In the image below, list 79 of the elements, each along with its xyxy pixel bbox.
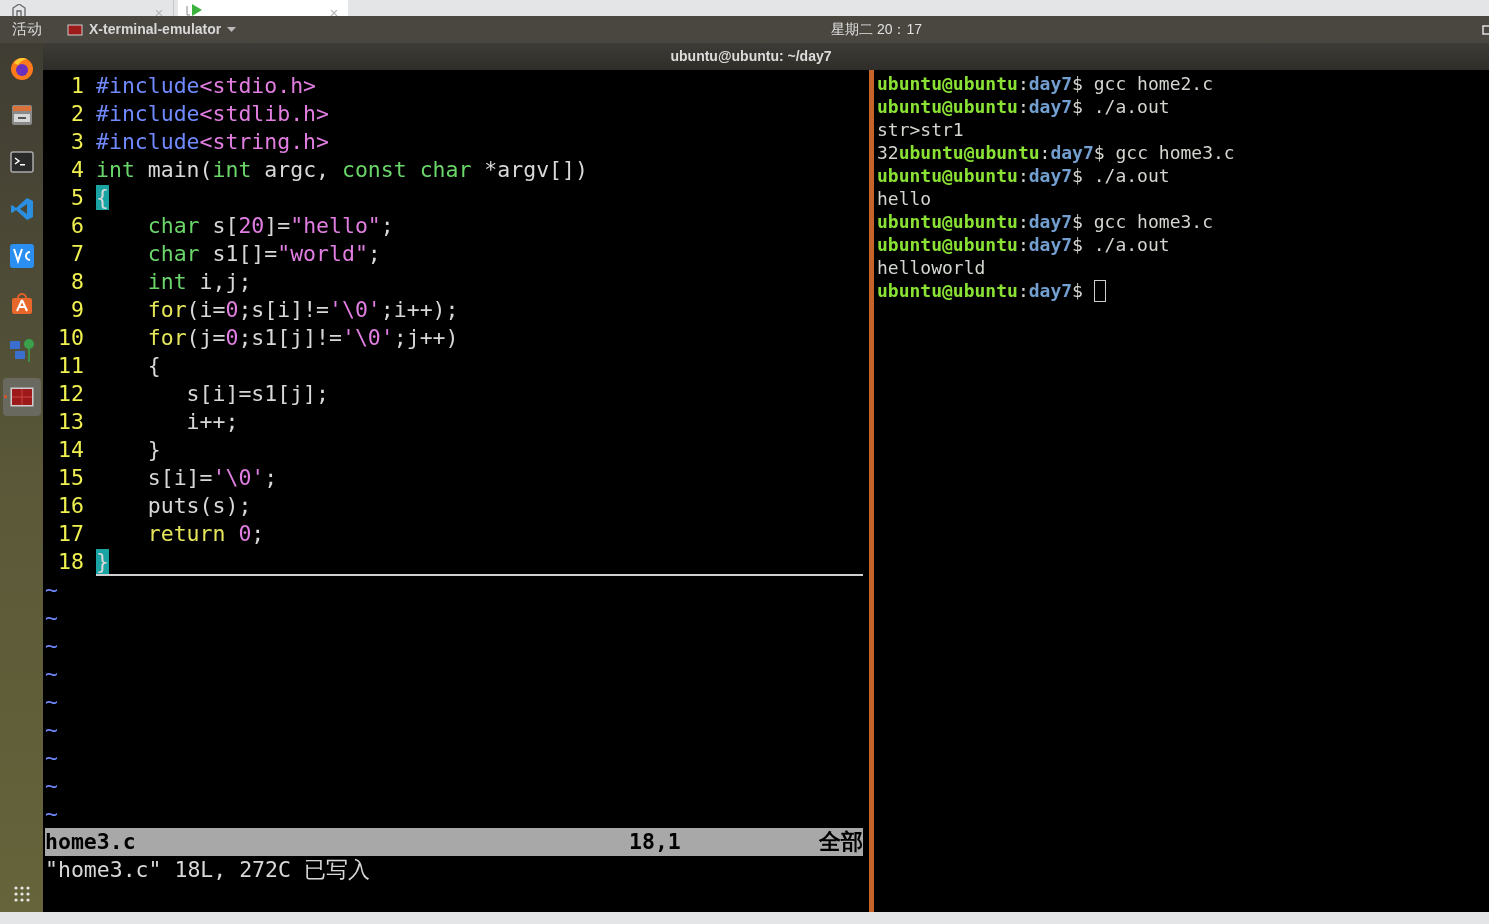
code-line: int i,j; — [146, 268, 253, 296]
line-number: 1 — [70, 72, 84, 100]
code-line: char s1[]="world"; — [146, 240, 382, 268]
terminal-window-icon — [67, 23, 83, 36]
app-grid-icon[interactable] — [13, 886, 30, 902]
play-icon — [186, 4, 204, 16]
clock[interactable]: 星期二 20：17 — [831, 19, 923, 40]
terminal-window-icon — [9, 387, 34, 407]
terminal-line: 32ubuntu@ubuntu:day7$ gcc home3.c — [877, 141, 1236, 164]
app-menu[interactable]: X-terminal-emulator — [67, 19, 237, 40]
line-number: 9 — [70, 296, 84, 324]
terminal-line: str>str1 — [877, 118, 965, 141]
empty-line-marker: ~ — [45, 772, 58, 800]
empty-line-marker: ~ — [45, 688, 58, 716]
app-menu-label: X-terminal-emulator — [89, 20, 222, 39]
running-indicator — [3, 395, 7, 398]
fox-globe-icon — [8, 55, 35, 81]
empty-line-marker: ~ — [45, 744, 58, 772]
cursor-position: 18,1 — [629, 828, 682, 856]
message-line: "home3.c" 18L, 272C 已写入 — [45, 856, 371, 884]
terminal-line: ubuntu@ubuntu:day7$ gcc home3.c — [877, 210, 1214, 233]
code-line: puts(s); — [146, 492, 253, 520]
file-cabinet-icon — [9, 103, 34, 127]
code-line: for(i=0;s[i]!='\0';i++); — [146, 296, 460, 324]
code-line: } — [96, 548, 863, 576]
empty-line-marker: ~ — [45, 716, 58, 744]
line-number: 14 — [57, 436, 84, 464]
scroll-position: 全部 — [819, 828, 863, 856]
empty-line-marker: ~ — [45, 660, 58, 688]
window-title: ubuntu@ubuntu: ~/day7 — [670, 47, 832, 66]
code-line: int main(int argc, const char *argv[]) — [96, 156, 589, 184]
terminal-line: ubuntu@ubuntu:day7$ ./a.out — [877, 164, 1171, 187]
line-number: 12 — [57, 380, 84, 408]
code-line: #include<string.h> — [96, 128, 330, 156]
code-line: char s[20]="hello"; — [146, 212, 395, 240]
network-computers-icon — [8, 337, 35, 363]
shopping-bag-icon — [9, 291, 34, 315]
code-line: i++; — [185, 408, 240, 436]
empty-line-marker: ~ — [45, 604, 58, 632]
activities-button[interactable]: 活动 — [12, 18, 67, 41]
line-number: 2 — [70, 100, 84, 128]
terminal-icon — [9, 151, 34, 173]
terminal-line: hello — [877, 187, 933, 210]
code-editor-icon — [9, 197, 34, 221]
line-number: 8 — [70, 268, 84, 296]
line-number: 10 — [57, 324, 84, 352]
line-number: 11 — [57, 352, 84, 380]
code-line: #include<stdlib.h> — [96, 100, 330, 128]
caret-icon — [227, 26, 237, 33]
terminal-line: ubuntu@ubuntu:day7$ ./a.out — [877, 233, 1171, 256]
code-line: { — [146, 352, 162, 380]
code-line: } — [146, 436, 162, 464]
home-icon — [12, 4, 26, 16]
line-number: 18 — [57, 548, 84, 576]
empty-line-marker: ~ — [45, 576, 58, 604]
empty-line-marker: ~ — [45, 632, 58, 660]
line-number: 7 — [70, 240, 84, 268]
terminal-line: ubuntu@ubuntu:day7$ ./a.out — [877, 95, 1171, 118]
terminal-line: ubuntu@ubuntu:day7$ gcc home2.c — [877, 72, 1214, 95]
code-line: s[i]=s1[j]; — [185, 380, 330, 408]
line-number: 4 — [70, 156, 84, 184]
status-file-name: home3.c — [45, 828, 137, 856]
vnc-icon — [9, 244, 34, 268]
line-number: 17 — [57, 520, 84, 548]
dock-button[interactable] — [2, 378, 41, 416]
line-number: 5 — [70, 184, 84, 212]
line-number: 16 — [57, 492, 84, 520]
code-line: return 0; — [146, 520, 266, 548]
window-icon[interactable] — [1482, 24, 1489, 35]
line-number: 3 — [70, 128, 84, 156]
terminal-line: ubuntu@ubuntu:day7$ — [877, 279, 1489, 302]
line-number: 6 — [70, 212, 84, 240]
line-number: 13 — [57, 408, 84, 436]
code-line: for(j=0;s1[j]!='\0';j++) — [146, 324, 460, 352]
empty-line-marker: ~ — [45, 800, 58, 828]
code-line: s[i]='\0'; — [146, 464, 279, 492]
terminal-line: helloworld — [877, 256, 987, 279]
line-number: 15 — [57, 464, 84, 492]
code-line: #include<stdio.h> — [96, 72, 318, 100]
